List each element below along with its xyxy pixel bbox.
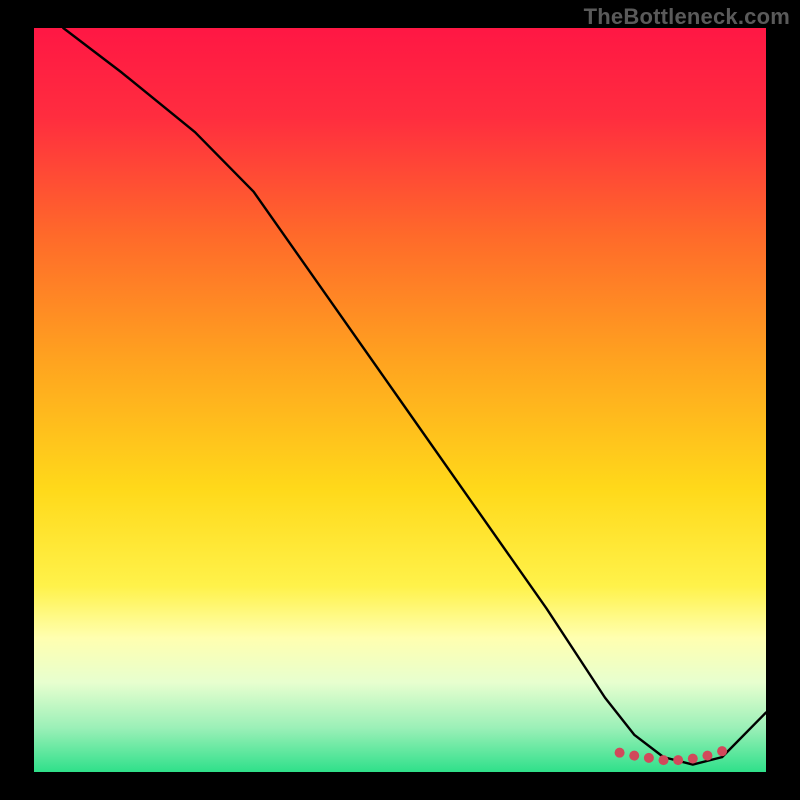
marker-dot: [659, 755, 669, 765]
chart-svg: [34, 28, 766, 772]
marker-dot: [644, 753, 654, 763]
plot-area: [34, 28, 766, 772]
marker-dot: [717, 746, 727, 756]
marker-dot: [615, 748, 625, 758]
chart-frame: TheBottleneck.com: [0, 0, 800, 800]
marker-dot: [629, 751, 639, 761]
marker-dot: [702, 751, 712, 761]
watermark-label: TheBottleneck.com: [584, 4, 790, 30]
marker-dot: [688, 754, 698, 764]
marker-dot: [673, 755, 683, 765]
